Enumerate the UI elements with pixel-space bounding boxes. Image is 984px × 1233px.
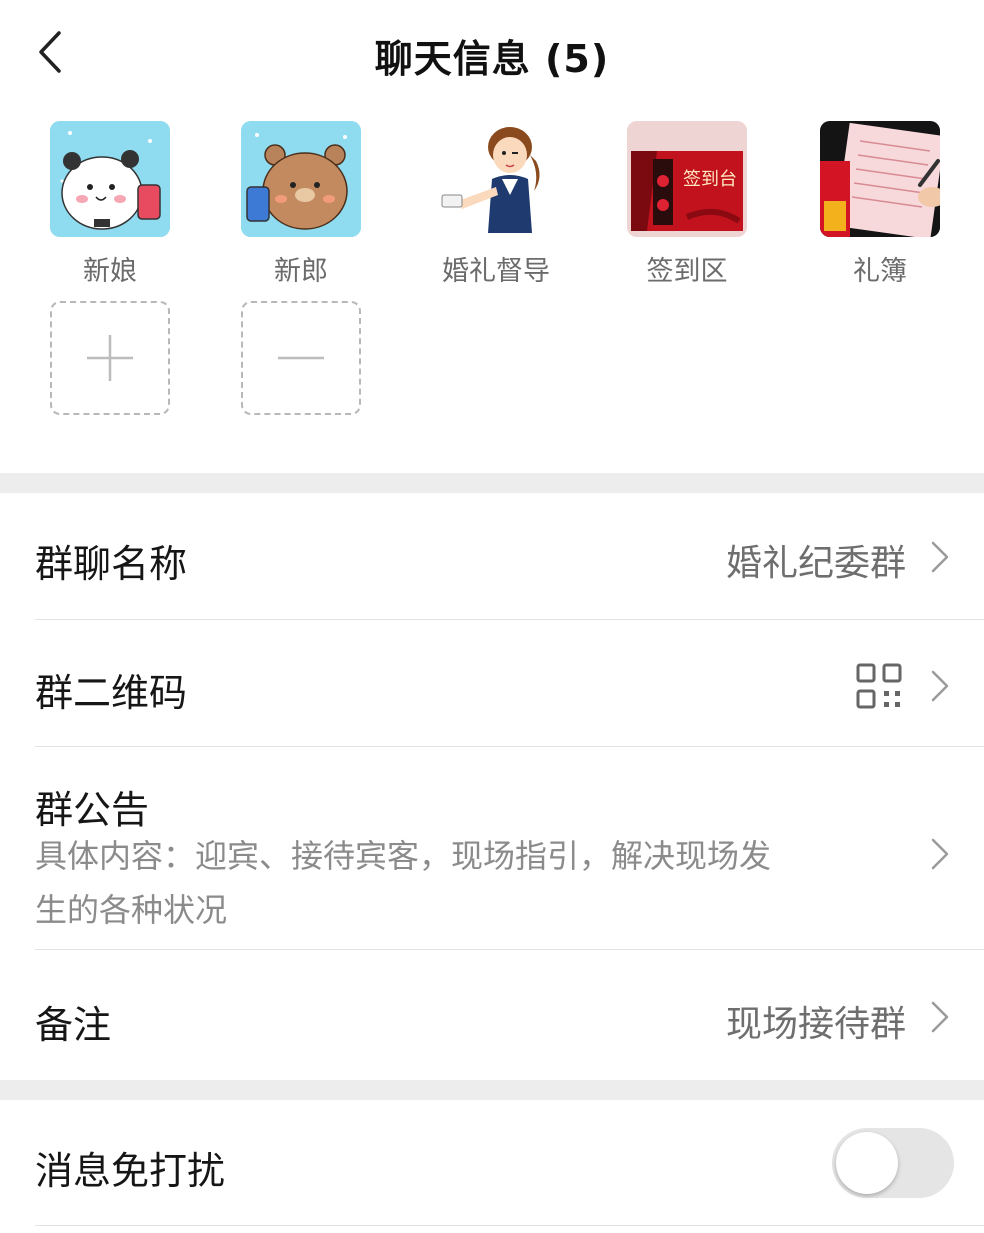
add-member-button[interactable] bbox=[50, 301, 170, 415]
remove-member-button[interactable] bbox=[241, 301, 361, 415]
member-item-groom[interactable]: 新郎 bbox=[221, 105, 381, 287]
mute-label: 消息免打扰 bbox=[35, 1149, 226, 1193]
group-name-label: 群聊名称 bbox=[35, 542, 188, 586]
member-name: 新郎 bbox=[274, 256, 328, 287]
groom-bear-avatar bbox=[241, 121, 361, 237]
page-title: 聊天信息 (5) bbox=[374, 37, 610, 81]
chevron-right-icon bbox=[931, 541, 949, 573]
minus-icon bbox=[278, 356, 324, 360]
plus-icon bbox=[87, 335, 133, 381]
section-gap bbox=[0, 473, 984, 493]
gift-book-avatar bbox=[820, 121, 940, 237]
group-notice-line-1: 具体内容：迎宾、接待宾客，现场指引，解决现场发 bbox=[35, 837, 772, 875]
group-notice-row[interactable]: 群公告 具体内容：迎宾、接待宾客，现场指引，解决现场发 生的各种状况 bbox=[0, 747, 984, 950]
group-qr-label: 群二维码 bbox=[35, 671, 188, 715]
member-name: 礼簿 bbox=[853, 256, 907, 287]
member-item-giftbook[interactable]: 礼簿 bbox=[800, 105, 960, 287]
group-name-row[interactable]: 群聊名称 婚礼纪委群 bbox=[0, 493, 984, 620]
section-gap bbox=[0, 1080, 984, 1100]
bride-panda-avatar bbox=[50, 121, 170, 237]
member-name: 新娘 bbox=[83, 256, 137, 287]
divider bbox=[35, 1225, 984, 1226]
group-notice-label: 群公告 bbox=[35, 788, 150, 832]
member-item-supervisor[interactable]: 婚礼督导 bbox=[416, 105, 576, 287]
group-name-value: 婚礼纪委群 bbox=[725, 543, 906, 584]
member-name: 签到区 bbox=[646, 256, 728, 287]
remark-row[interactable]: 备注 现场接待群 bbox=[0, 950, 984, 1080]
qr-code-icon bbox=[856, 663, 902, 709]
mute-toggle[interactable] bbox=[832, 1128, 954, 1198]
remark-value: 现场接待群 bbox=[725, 1004, 906, 1045]
chevron-right-icon bbox=[931, 838, 949, 870]
member-item-checkin[interactable]: 签到台 签到区 bbox=[607, 105, 767, 287]
member-item-bride[interactable]: 新娘 bbox=[30, 105, 190, 287]
chevron-right-icon bbox=[931, 1001, 949, 1033]
group-qr-row[interactable]: 群二维码 bbox=[0, 620, 984, 747]
chevron-right-icon bbox=[931, 670, 949, 702]
checkin-area-avatar: 签到台 bbox=[627, 121, 747, 237]
member-grid: 新娘 新郎 婚礼督导 签到台 签到区 礼簿 bbox=[0, 105, 984, 473]
toggle-knob bbox=[836, 1132, 898, 1194]
member-name: 婚礼督导 bbox=[442, 256, 550, 287]
top-bar: 聊天信息 (5) bbox=[0, 0, 984, 105]
remark-label: 备注 bbox=[35, 1003, 112, 1047]
wedding-supervisor-avatar bbox=[436, 121, 556, 237]
group-notice-line-2: 生的各种状况 bbox=[35, 891, 228, 929]
checkin-sign-text: 签到台 bbox=[683, 169, 737, 190]
mute-row: 消息免打扰 bbox=[0, 1100, 984, 1233]
